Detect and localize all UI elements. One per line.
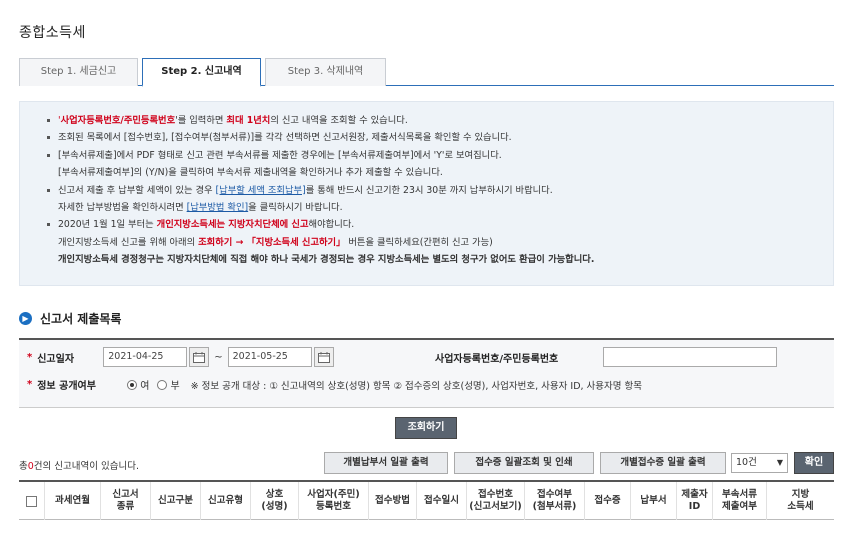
payment-method-link[interactable]: [납부방법 확인]	[187, 202, 249, 213]
col-header: 납부서	[631, 482, 677, 520]
page-size-select[interactable]: 10건 ▼	[731, 453, 788, 473]
col-header: 접수방법	[369, 482, 417, 520]
notice-line: 2020년 1월 1일 부터는 개인지방소득세는 지방자치단체에 신고해야합니다…	[46, 216, 813, 233]
notice-line: 자세한 납부방법을 확인하시려면 [납부방법 확인]을 클릭하시기 바랍니다.	[58, 202, 343, 214]
col-header: 신고유형	[201, 482, 251, 520]
disclose-label: 정보 공개여부	[37, 381, 96, 392]
date-to-input[interactable]: 2021-05-25	[227, 347, 312, 367]
disclose-yes-radio[interactable]	[127, 379, 138, 390]
result-count: 총0건의 신고내역이 있습니다.	[19, 461, 139, 472]
disclose-yes-label: 여	[140, 381, 150, 392]
range-separator: ~	[214, 351, 223, 363]
confirm-button[interactable]: 확인	[794, 452, 834, 474]
step-tabs: Step 1. 세금신고 Step 2. 신고내역 Step 3. 삭제내역	[19, 58, 834, 87]
col-header: 지방 소득세	[787, 489, 814, 512]
date-row: * 신고일자 2021-04-25 ~ 2021-05-25 사업자등록번호/주…	[27, 347, 827, 367]
col-header: 과세연월	[45, 482, 101, 520]
section-title: ▶ 신고서 제출목록	[19, 310, 121, 327]
search-panel: * 신고일자 2021-04-25 ~ 2021-05-25 사업자등록번호/주…	[19, 338, 834, 408]
col-header: 신고구분	[151, 482, 201, 520]
notice-line: [부속서류제출]에서 PDF 형태로 신고 관련 부속서류를 제출한 경우에는 …	[46, 147, 813, 164]
select-all-cell	[19, 482, 45, 520]
page-title: 종합소득세	[19, 25, 86, 41]
notice-line: 개인지방소득세 신고를 위해 아래의 조회하기 → 「지방소득세 신고하기」 버…	[58, 236, 493, 248]
col-header: 부속서류 제출여부	[713, 482, 767, 520]
disclose-note: ※ 정보 공개 대상 : ① 신고내역의 상호(성명) 항목 ② 접수증의 상호…	[190, 380, 643, 392]
notice-line: '사업자등록번호/주민등록번호'를 입력하면 최대 1년치의 신고 내역을 조회…	[46, 112, 813, 129]
search-button[interactable]: 조회하기	[395, 417, 457, 439]
calendar-icon[interactable]	[189, 347, 210, 367]
bullet-icon: ▶	[19, 312, 32, 325]
col-header: 상호 (성명)	[251, 482, 299, 520]
select-all-checkbox[interactable]	[26, 495, 37, 507]
required-icon: *	[27, 379, 33, 390]
bulk-payment-print-button[interactable]: 개별납부서 일괄 출력	[324, 452, 448, 474]
date-from-input[interactable]: 2021-04-25	[103, 347, 188, 367]
calendar-icon[interactable]	[313, 347, 334, 367]
notice-line: [부속서류제출여부]의 (Y/N)을 클릭하여 부속서류 제출내역을 확인하거나…	[58, 167, 443, 179]
chevron-down-icon: ▼	[776, 458, 783, 467]
col-header: 접수번호 (신고서보기)	[467, 482, 525, 520]
tab-step2-filing-history[interactable]: Step 2. 신고내역	[142, 58, 261, 87]
date-label: 신고일자	[37, 353, 75, 365]
notice-warning-line: 개인지방소득세 경정청구는 지방자치단체에 직접 해야 하나 국세가 경정되는 …	[58, 254, 595, 266]
disclose-no-label: 부	[170, 381, 180, 392]
notice-box: '사업자등록번호/주민등록번호'를 입력하면 최대 1년치의 신고 내역을 조회…	[19, 101, 834, 286]
col-header: 사업자(주민) 등록번호	[299, 482, 369, 520]
notice-line: 신고서 제출 후 납부할 세액이 있는 경우 [납부할 세액 조회납부]를 통해…	[46, 182, 813, 199]
result-table-header: 과세연월 신고서 종류 신고구분 신고유형 상호 (성명) 사업자(주민) 등록…	[19, 480, 834, 520]
col-header: 신고서 종류	[101, 482, 151, 520]
biz-number-input[interactable]	[603, 347, 777, 367]
bulk-receipt-print-button[interactable]: 개별접수증 일괄 출력	[600, 452, 726, 474]
disclose-row: * 정보 공개여부 여 부 ※ 정보 공개 대상 : ① 신고내역의 상호(성명…	[27, 377, 642, 392]
biz-number-label: 사업자등록번호/주민등록번호	[435, 353, 559, 365]
col-header: 접수증	[585, 482, 631, 520]
col-header: 접수일시	[417, 482, 467, 520]
required-icon: *	[27, 351, 33, 363]
tax-payment-link[interactable]: [납부할 세액 조회납부]	[216, 185, 306, 196]
disclose-no-radio[interactable]	[157, 379, 168, 390]
tab-step1-tax-filing[interactable]: Step 1. 세금신고	[19, 58, 138, 86]
receipt-print-button[interactable]: 접수증 일괄조회 및 인쇄	[454, 452, 594, 474]
tab-step3-deleted-history[interactable]: Step 3. 삭제내역	[265, 58, 386, 86]
col-header: 접수여부 (첨부서류)	[525, 482, 585, 520]
col-header: 제출자 ID	[677, 482, 713, 520]
notice-line: 조회된 목록에서 [접수번호], [접수여부(첨부서류)]를 각각 선택하면 신…	[46, 129, 813, 146]
